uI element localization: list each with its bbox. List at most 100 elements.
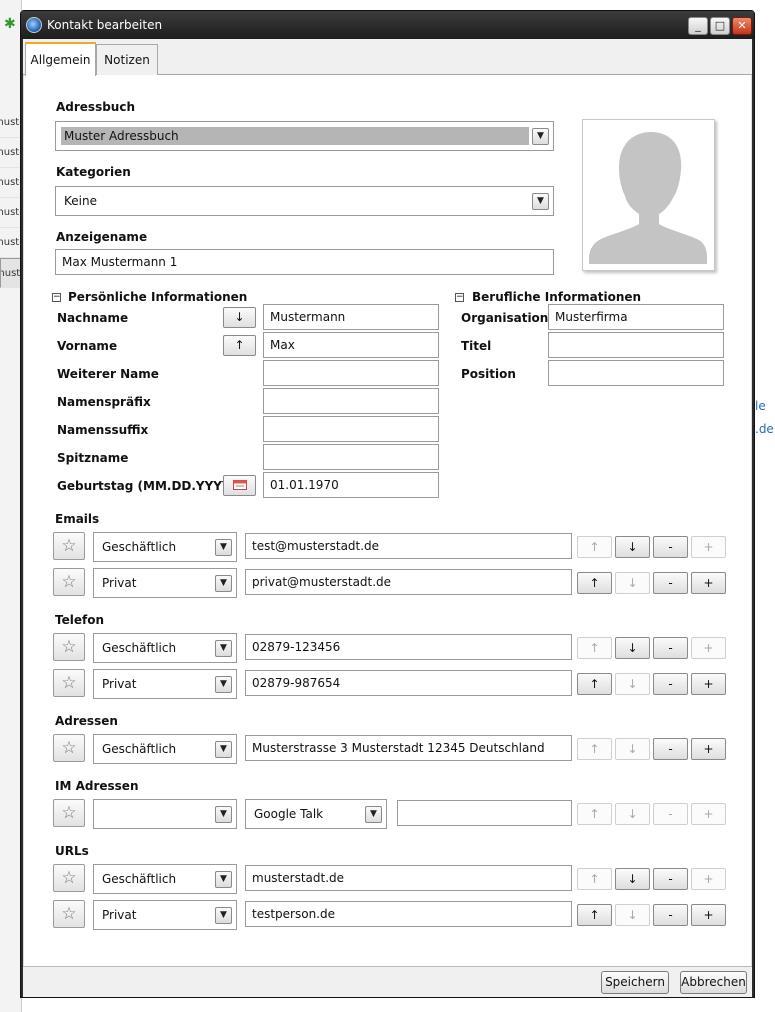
link[interactable]: .de: [755, 422, 775, 436]
chevron-down-icon[interactable]: ▼: [215, 539, 232, 556]
middlename-field[interactable]: [263, 360, 439, 386]
organisation-field[interactable]: Musterfirma: [548, 304, 724, 330]
remove-button[interactable]: -: [653, 868, 688, 890]
im-service-select[interactable]: Google Talk ▼: [245, 799, 387, 829]
move-up-button[interactable]: ↑: [577, 536, 612, 558]
move-down-button[interactable]: ↓: [615, 803, 650, 825]
chevron-down-icon[interactable]: ▼: [215, 640, 232, 657]
move-down-button[interactable]: ↓: [615, 738, 650, 760]
remove-button[interactable]: -: [653, 536, 688, 558]
move-down-button[interactable]: ↓: [615, 637, 650, 659]
cancel-button[interactable]: Abbrechen: [680, 971, 747, 994]
prefix-field[interactable]: [263, 388, 439, 414]
url-type-select[interactable]: Privat ▼: [93, 900, 237, 930]
chevron-down-icon[interactable]: ▼: [215, 907, 232, 924]
im-type-select[interactable]: ▼: [93, 799, 237, 829]
add-button[interactable]: +: [691, 572, 726, 594]
position-field[interactable]: [548, 360, 724, 386]
minimize-button[interactable]: _: [688, 17, 708, 35]
move-down-button[interactable]: ↓: [615, 572, 650, 594]
star-icon[interactable]: ☆: [53, 568, 85, 596]
chevron-down-icon[interactable]: ▼: [215, 871, 232, 888]
remove-button[interactable]: -: [653, 572, 688, 594]
star-icon[interactable]: ☆: [53, 633, 85, 661]
list-item-selected[interactable]: muste: [0, 258, 22, 288]
remove-button[interactable]: -: [653, 637, 688, 659]
addressbook-select[interactable]: Muster Adressbuch ▼: [55, 121, 554, 151]
calendar-button[interactable]: [223, 475, 256, 496]
star-icon[interactable]: ☆: [53, 734, 85, 762]
suffix-field[interactable]: [263, 416, 439, 442]
displayname-field[interactable]: Max Mustermann 1: [55, 249, 554, 275]
swap-down-button[interactable]: ↓: [223, 307, 256, 328]
url-field[interactable]: testperson.de: [245, 901, 572, 927]
chevron-down-icon[interactable]: ▼: [365, 806, 382, 823]
add-button[interactable]: +: [691, 637, 726, 659]
move-up-button[interactable]: ↑: [577, 803, 612, 825]
close-button[interactable]: ✕: [732, 17, 752, 35]
chevron-down-icon[interactable]: ▼: [532, 193, 549, 210]
save-button[interactable]: Speichern: [601, 971, 669, 994]
chevron-down-icon[interactable]: ▼: [215, 575, 232, 592]
tab-notizen[interactable]: Notizen: [96, 44, 158, 75]
star-icon[interactable]: ☆: [53, 900, 85, 928]
link[interactable]: le: [755, 399, 775, 413]
phone-field[interactable]: 02879-123456: [245, 634, 572, 660]
birthday-field[interactable]: 01.01.1970: [263, 472, 439, 498]
add-button[interactable]: +: [691, 738, 726, 760]
move-up-button[interactable]: ↑: [577, 868, 612, 890]
move-up-button[interactable]: ↑: [577, 637, 612, 659]
list-item[interactable]: muste: [0, 198, 22, 228]
star-icon[interactable]: ☆: [53, 532, 85, 560]
phone-field[interactable]: 02879-987654: [245, 670, 572, 696]
list-item[interactable]: muste: [0, 228, 22, 258]
url-type-select[interactable]: Geschäftlich ▼: [93, 864, 237, 894]
move-down-button[interactable]: ↓: [615, 536, 650, 558]
add-button[interactable]: +: [691, 904, 726, 926]
maximize-button[interactable]: □: [710, 17, 730, 35]
remove-button[interactable]: -: [653, 673, 688, 695]
lastname-field[interactable]: Mustermann: [263, 304, 439, 330]
chevron-down-icon[interactable]: ▼: [215, 676, 232, 693]
star-icon[interactable]: ☆: [53, 864, 85, 892]
email-type-select[interactable]: Geschäftlich ▼: [93, 532, 237, 562]
move-up-button[interactable]: ↑: [577, 673, 612, 695]
list-item[interactable]: muste: [0, 168, 22, 198]
add-button[interactable]: +: [691, 536, 726, 558]
star-icon[interactable]: ☆: [53, 799, 85, 827]
categories-select[interactable]: Keine ▼: [55, 186, 554, 216]
address-type-select[interactable]: Geschäftlich ▼: [93, 734, 237, 764]
email-field[interactable]: test@musterstadt.de: [245, 533, 572, 559]
add-button[interactable]: +: [691, 803, 726, 825]
chevron-down-icon[interactable]: ▼: [215, 806, 232, 823]
url-field[interactable]: musterstadt.de: [245, 865, 572, 891]
remove-button[interactable]: -: [653, 803, 688, 825]
star-icon[interactable]: ☆: [53, 669, 85, 697]
phone-type-select[interactable]: Privat ▼: [93, 669, 237, 699]
remove-button[interactable]: -: [653, 738, 688, 760]
nickname-field[interactable]: [263, 444, 439, 470]
im-field[interactable]: [397, 800, 572, 826]
move-up-button[interactable]: ↑: [577, 572, 612, 594]
email-field[interactable]: privat@musterstadt.de: [245, 569, 572, 595]
collapse-personal-icon[interactable]: −: [52, 293, 61, 302]
chevron-down-icon[interactable]: ▼: [532, 128, 549, 145]
contact-photo[interactable]: [582, 119, 715, 271]
email-type-select[interactable]: Privat ▼: [93, 568, 237, 598]
add-button[interactable]: +: [691, 868, 726, 890]
list-item[interactable]: muste: [0, 138, 22, 168]
move-down-button[interactable]: ↓: [615, 904, 650, 926]
move-up-button[interactable]: ↑: [577, 904, 612, 926]
address-field[interactable]: Musterstrasse 3 Musterstadt 12345 Deutsc…: [245, 735, 572, 761]
remove-button[interactable]: -: [653, 904, 688, 926]
phone-type-select[interactable]: Geschäftlich ▼: [93, 633, 237, 663]
move-down-button[interactable]: ↓: [615, 868, 650, 890]
title-field[interactable]: [548, 332, 724, 358]
firstname-field[interactable]: Max: [263, 332, 439, 358]
list-item[interactable]: muste: [0, 108, 22, 138]
tab-allgemein[interactable]: Allgemein: [25, 42, 96, 76]
title-bar[interactable]: Kontakt bearbeiten _ □ ✕: [21, 11, 754, 39]
collapse-business-icon[interactable]: −: [455, 293, 464, 302]
move-up-button[interactable]: ↑: [577, 738, 612, 760]
swap-up-button[interactable]: ↑: [223, 335, 256, 356]
